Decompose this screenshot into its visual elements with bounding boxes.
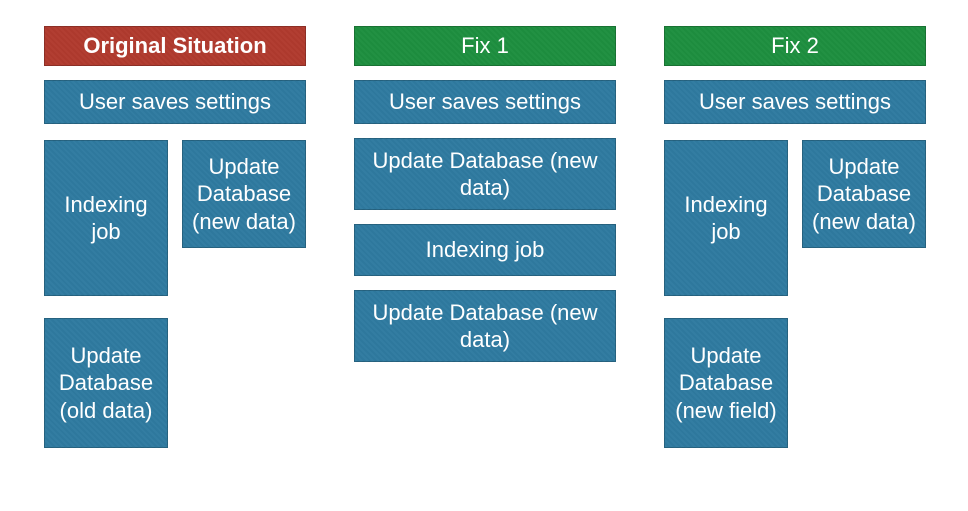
column-header-fix-1: Fix 1 <box>354 26 616 66</box>
step-user-saves-settings: User saves settings <box>354 80 616 124</box>
step-update-db-new-data: Update Database (new data) <box>802 140 926 248</box>
step-update-db-new-field: Update Database (new field) <box>664 318 788 448</box>
column-header-fix-2: Fix 2 <box>664 26 926 66</box>
diagram-canvas: Original Situation User saves settings I… <box>0 0 968 511</box>
step-user-saves-settings: User saves settings <box>44 80 306 124</box>
step-update-db-new-data: Update Database (new data) <box>354 290 616 362</box>
step-update-db-old-data: Update Database (old data) <box>44 318 168 448</box>
step-user-saves-settings: User saves settings <box>664 80 926 124</box>
step-indexing-job: Indexing job <box>44 140 168 296</box>
step-indexing-job: Indexing job <box>664 140 788 296</box>
step-indexing-job: Indexing job <box>354 224 616 276</box>
column-header-original: Original Situation <box>44 26 306 66</box>
step-update-db-new-data: Update Database (new data) <box>182 140 306 248</box>
step-update-db-new-data: Update Database (new data) <box>354 138 616 210</box>
